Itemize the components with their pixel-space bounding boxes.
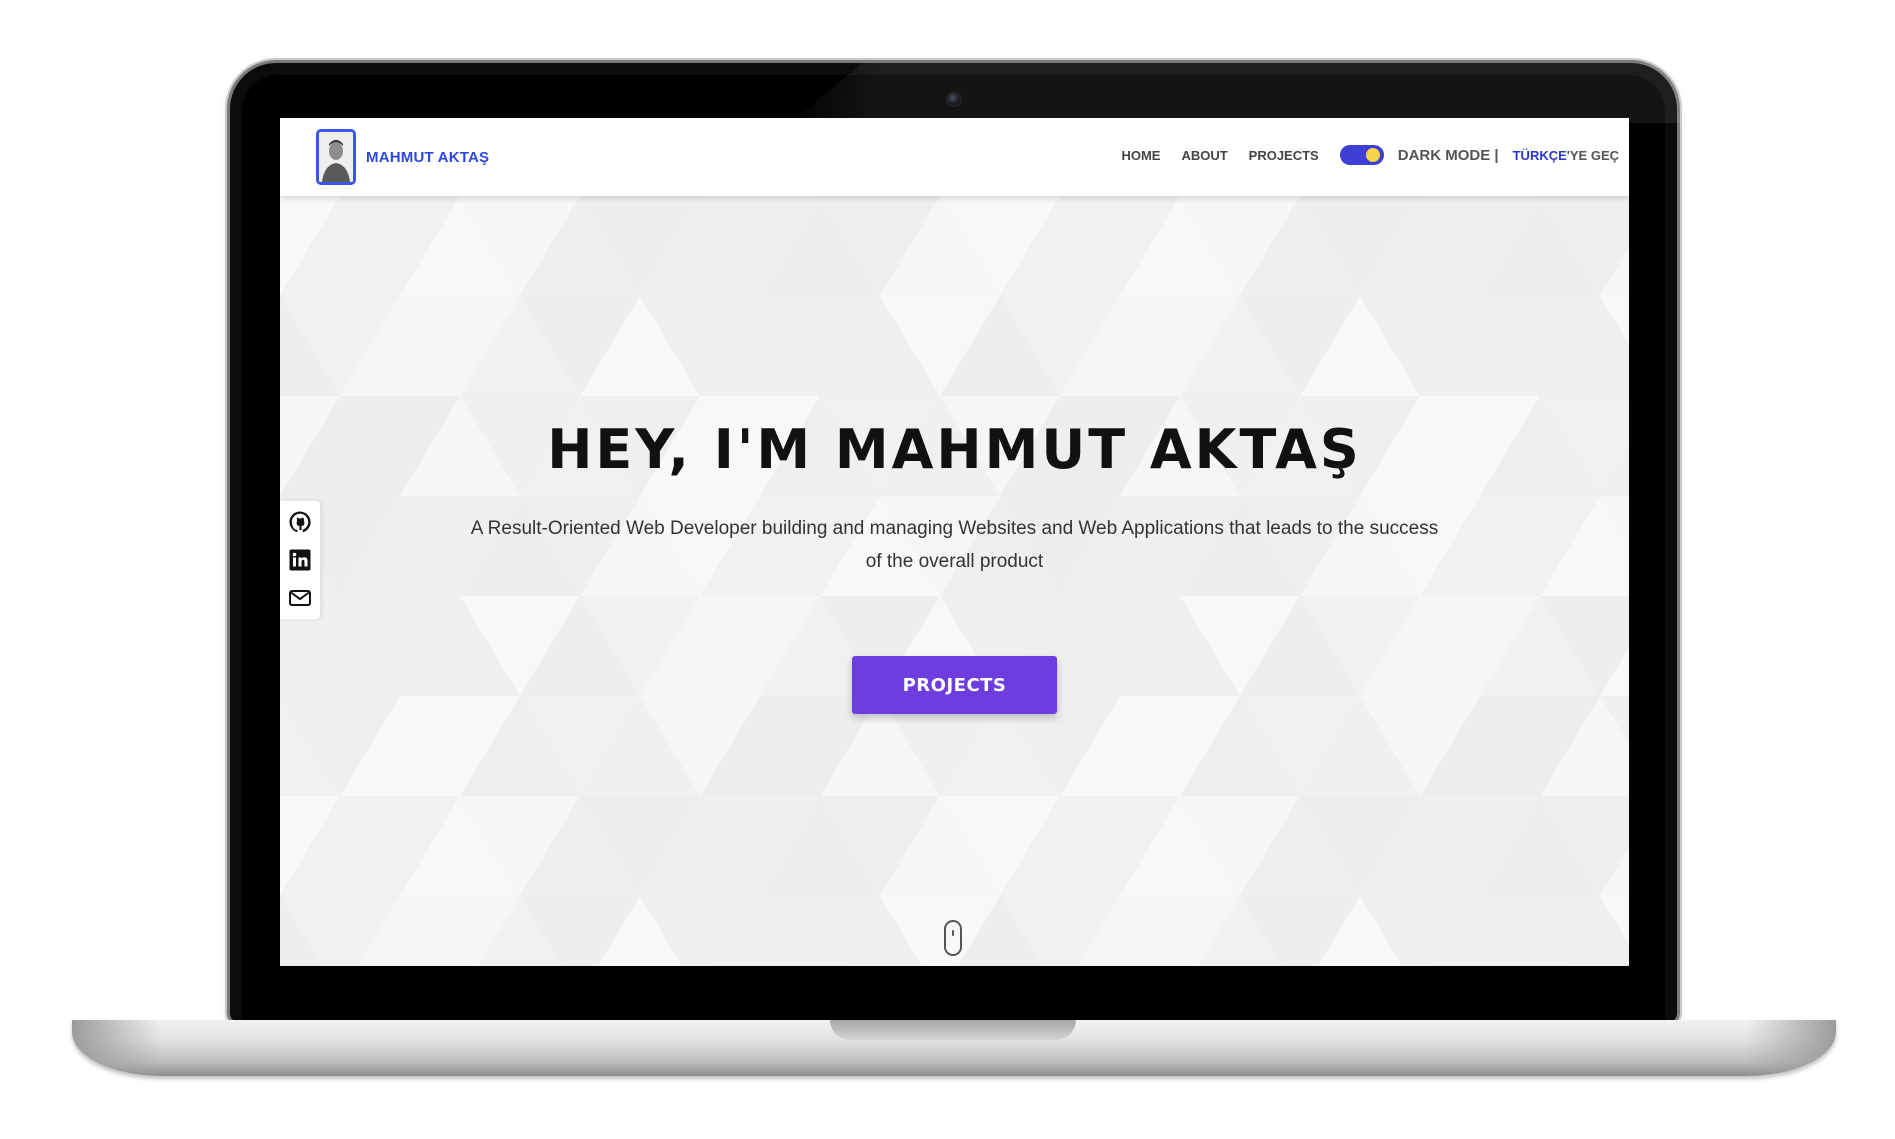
nav-link-home[interactable]: HOME — [1121, 148, 1160, 163]
nav-links: HOME ABOUT PROJECTS DARK MODE | TÜRKÇE'Y… — [1121, 145, 1619, 165]
github-icon[interactable] — [288, 510, 312, 534]
laptop-base-shade-right — [1746, 1020, 1836, 1076]
language-switch-link[interactable]: TÜRKÇE'YE GEÇ — [1513, 148, 1619, 163]
dark-mode-toggle[interactable] — [1339, 145, 1384, 165]
brand-name[interactable]: MAHMUT AKTAŞ — [366, 149, 489, 166]
scroll-wheel — [952, 930, 954, 936]
navbar: MAHMUT AKTAŞ HOME ABOUT PROJECTS DARK MO… — [280, 118, 1629, 196]
avatar-photo — [319, 132, 353, 182]
brand[interactable]: MAHMUT AKTAŞ — [316, 129, 489, 185]
nav-link-about[interactable]: ABOUT — [1181, 148, 1227, 163]
language-name: TÜRKÇE — [1512, 147, 1567, 163]
hero-triangle-pattern — [280, 196, 1629, 966]
hero-title: HEY, I'M MAHMUT AKTAŞ — [547, 418, 1362, 481]
avatar — [316, 129, 356, 185]
laptop-base-notch — [830, 1020, 1076, 1040]
laptop-base-shade-left — [72, 1020, 162, 1076]
email-icon[interactable] — [288, 586, 312, 610]
dark-mode-label: DARK MODE | — [1397, 146, 1499, 164]
hero-subtitle: A Result-Oriented Web Developer building… — [470, 518, 1439, 572]
webcam — [948, 93, 960, 105]
toggle-knob — [1365, 148, 1380, 162]
projects-button[interactable]: PROJECTS — [852, 656, 1057, 714]
language-suffix: 'YE GEÇ — [1566, 147, 1619, 163]
nav-link-projects[interactable]: PROJECTS — [1249, 148, 1319, 163]
scroll-down-mouse-icon[interactable] — [944, 920, 962, 956]
social-sidebar — [280, 501, 320, 619]
bezel-glare — [790, 63, 1690, 123]
linkedin-icon[interactable] — [288, 548, 312, 572]
laptop-screen: MAHMUT AKTAŞ HOME ABOUT PROJECTS DARK MO… — [280, 118, 1629, 966]
